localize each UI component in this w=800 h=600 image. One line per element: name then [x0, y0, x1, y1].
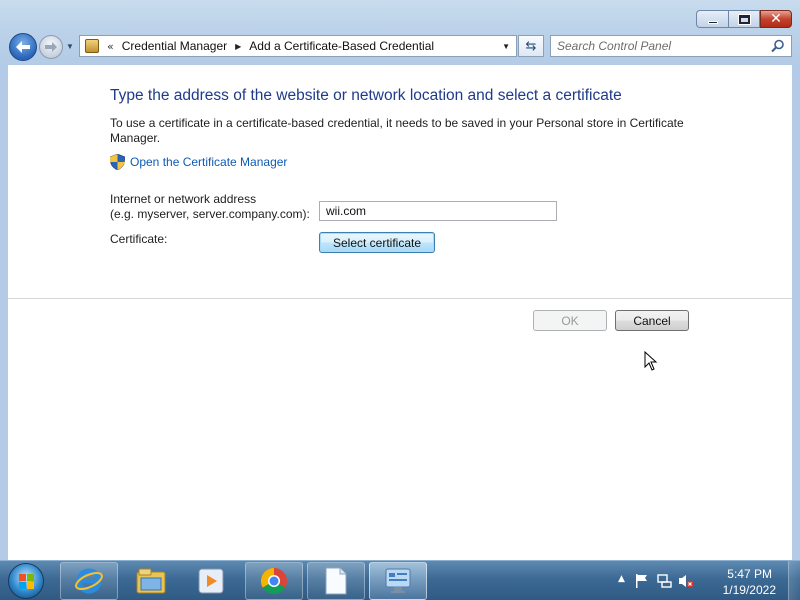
maximize-icon [738, 14, 750, 24]
caption-buttons: ✕ [696, 10, 792, 28]
taskbar: ▲ 5:47 PM 1/19/2022 [0, 560, 800, 600]
file-explorer-icon [136, 568, 166, 594]
control-panel-icon [85, 39, 99, 53]
taskbar-file-explorer[interactable] [122, 562, 180, 600]
chevron-down-icon[interactable]: ▼ [502, 42, 510, 51]
taskbar-internet-explorer[interactable] [60, 562, 118, 600]
address-bar[interactable]: « Credential Manager ▶ Add a Certificate… [79, 35, 517, 57]
page-title: Type the address of the website or netwo… [110, 87, 622, 104]
description-text: To use a certificate in a certificate-ba… [110, 116, 684, 145]
chevron-down-icon: ▼ [66, 42, 74, 51]
content-area: Type the address of the website or netwo… [8, 65, 792, 560]
select-certificate-button[interactable]: Select certificate [319, 232, 435, 253]
forward-button[interactable] [39, 35, 63, 59]
certificate-manager-link-text[interactable]: Open the Certificate Manager [130, 155, 287, 169]
window-frame: ✕ ▼ « Credential Manager ▶ Add a Certifi… [0, 0, 800, 560]
close-icon: ✕ [770, 11, 782, 27]
clock-time[interactable]: 5:47 PM [727, 567, 772, 581]
certificate-label: Certificate: [110, 232, 168, 246]
windows-logo-icon [19, 574, 34, 589]
cancel-button[interactable]: Cancel [615, 310, 689, 331]
ok-button[interactable]: OK [533, 310, 607, 331]
close-button[interactable]: ✕ [760, 10, 792, 28]
action-center-flag-icon[interactable] [634, 573, 650, 589]
mouse-cursor-icon [644, 351, 658, 371]
arrow-right-icon [45, 42, 57, 52]
taskbar-control-panel[interactable] [369, 562, 427, 600]
refresh-button[interactable]: ⇆ [518, 35, 544, 57]
breadcrumb-overflow[interactable]: « [107, 40, 114, 53]
taskbar-chrome[interactable] [245, 562, 303, 600]
show-hidden-icons-icon[interactable]: ▲ [618, 574, 625, 584]
search-input[interactable] [557, 39, 767, 53]
maximize-button[interactable] [728, 10, 760, 28]
recent-pages-button[interactable]: ▼ [66, 42, 76, 51]
network-address-field[interactable] [319, 201, 557, 221]
refresh-icon: ⇆ [525, 38, 537, 54]
address-label: Internet or network address (e.g. myserv… [110, 192, 310, 222]
taskbar-document[interactable] [307, 562, 365, 600]
breadcrumb-add-certificate-credential[interactable]: Add a Certificate-Based Credential [249, 39, 434, 53]
address-label-line2: (e.g. myserver, server.company.com): [110, 207, 310, 221]
chrome-icon [260, 567, 287, 595]
arrow-left-icon [16, 41, 30, 53]
taskbar-media-player[interactable] [182, 562, 240, 600]
notification-area: ▲ 5:47 PM 1/19/2022 [610, 561, 800, 600]
open-certificate-manager-link[interactable]: Open the Certificate Manager [110, 154, 287, 170]
minimize-button[interactable] [696, 10, 728, 28]
divider [8, 298, 792, 299]
search-icon[interactable] [771, 39, 785, 53]
uac-shield-icon [110, 154, 125, 170]
media-player-icon [198, 568, 224, 594]
start-button[interactable] [8, 563, 44, 599]
clock-date[interactable]: 1/19/2022 [723, 583, 776, 597]
address-label-line1: Internet or network address [110, 192, 257, 206]
chevron-right-icon[interactable]: ▶ [235, 42, 241, 51]
control-panel-icon [385, 568, 411, 593]
document-icon [325, 567, 347, 595]
search-box [550, 35, 792, 57]
internet-explorer-icon [75, 568, 103, 594]
network-icon[interactable] [656, 573, 672, 589]
show-desktop-button[interactable] [788, 561, 800, 600]
breadcrumb-credential-manager[interactable]: Credential Manager [122, 39, 227, 53]
minimize-icon [707, 20, 718, 24]
back-button[interactable] [9, 33, 37, 61]
volume-muted-icon[interactable] [678, 573, 694, 589]
